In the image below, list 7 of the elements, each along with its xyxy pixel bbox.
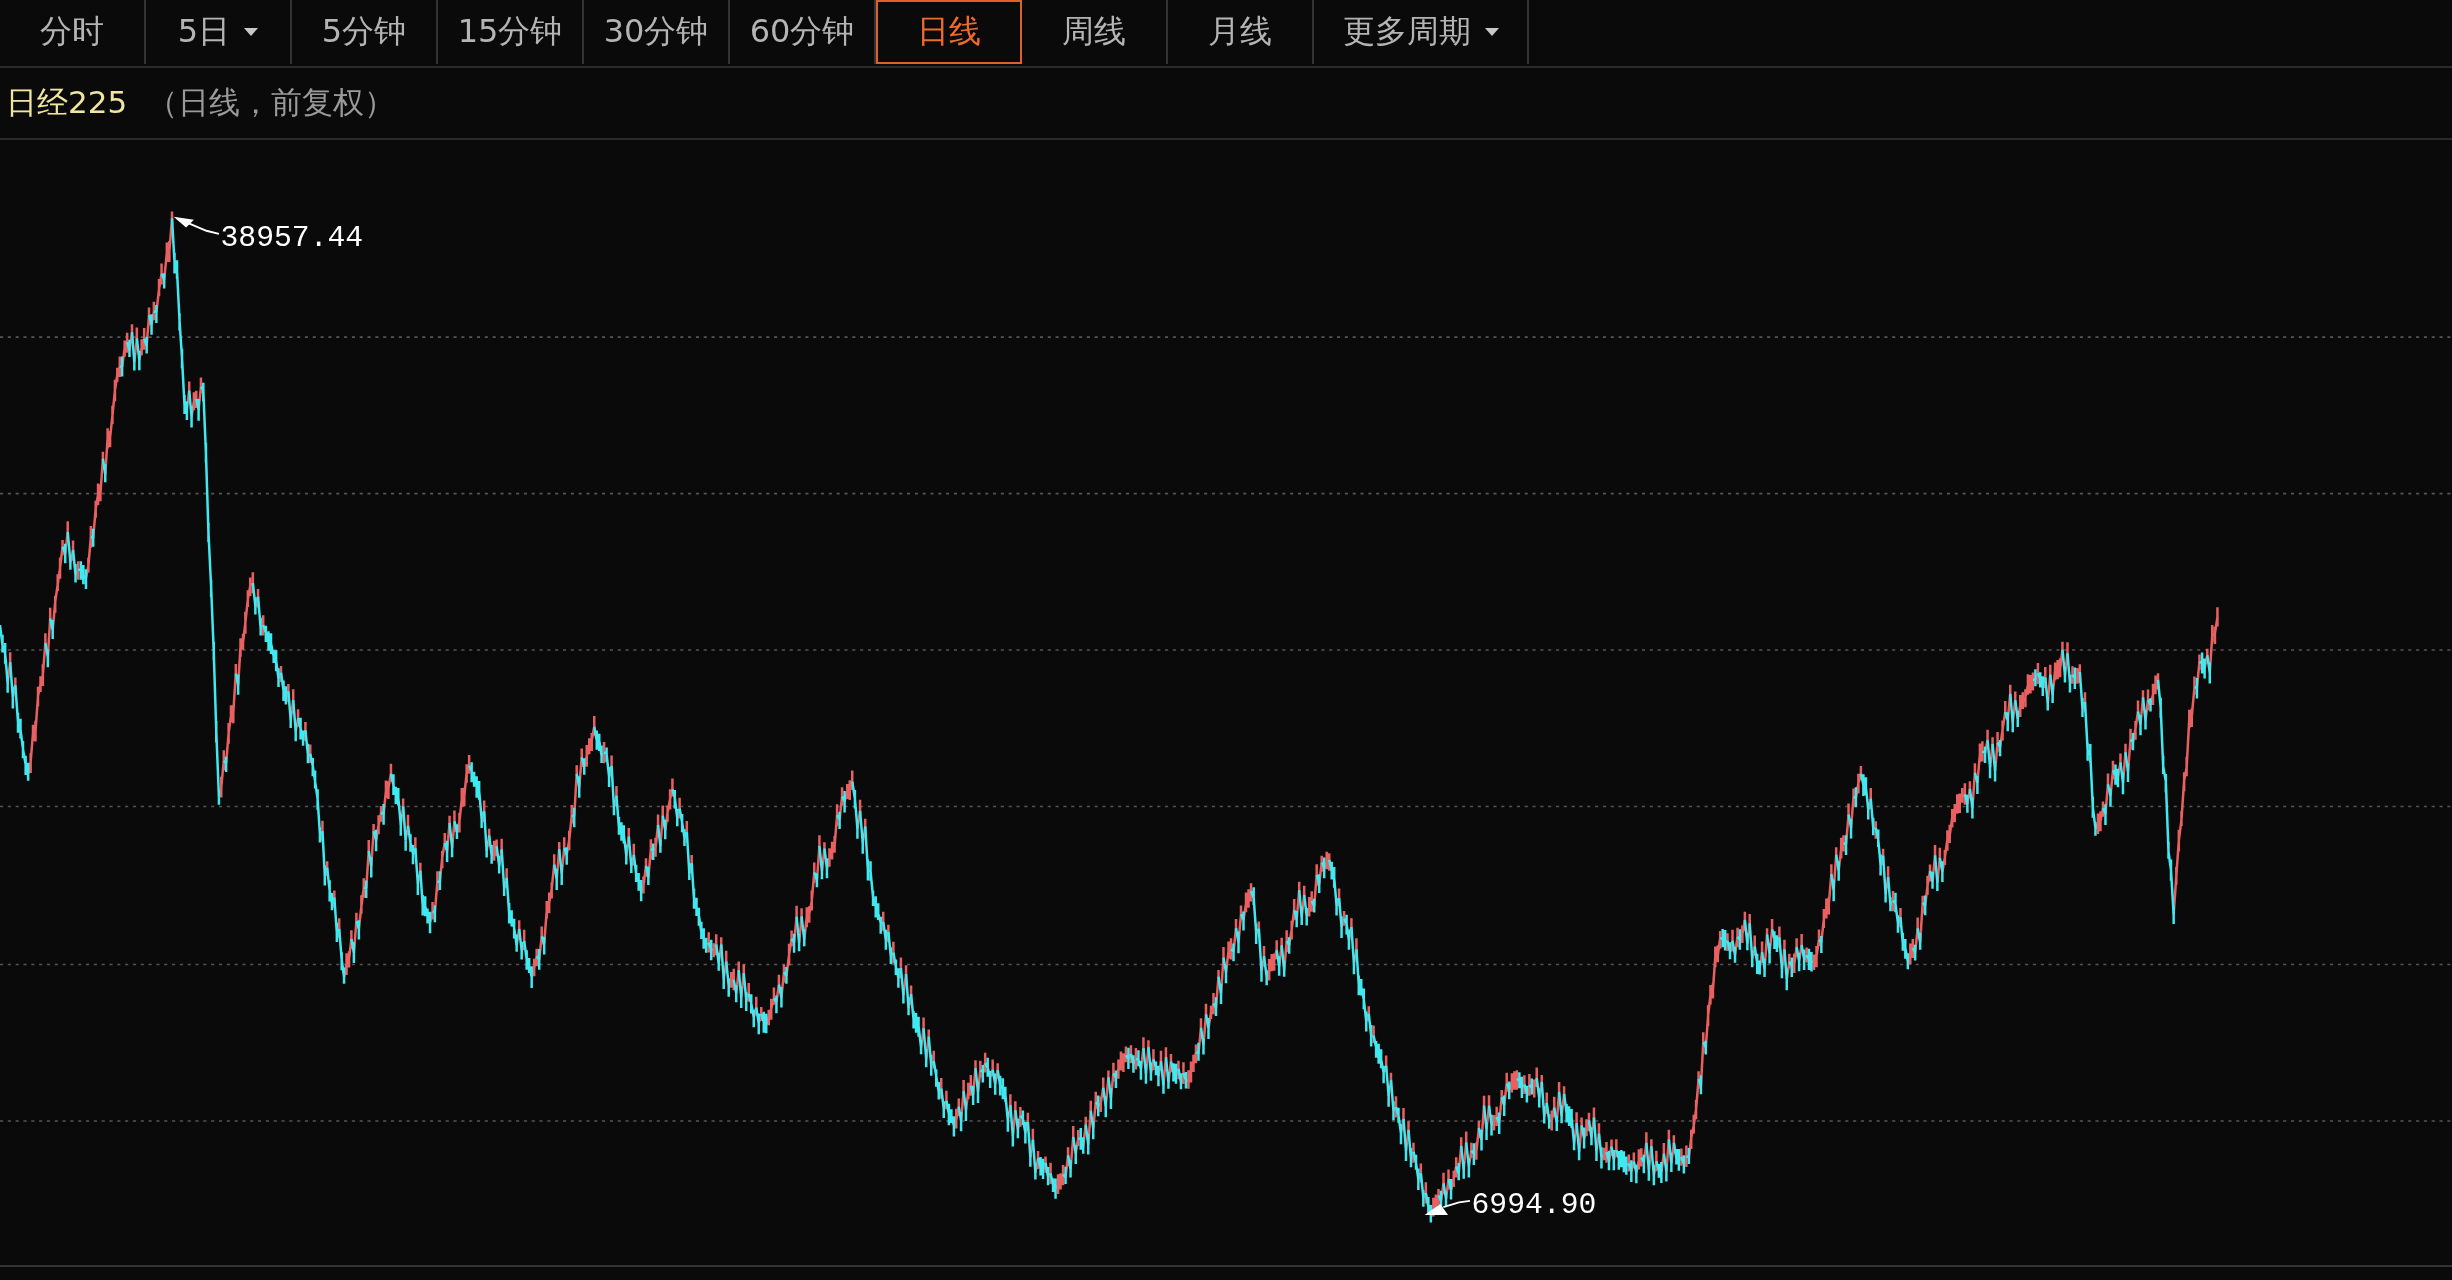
low-price-label: 6994.90 bbox=[1471, 1188, 1597, 1223]
index-name: 日经225 bbox=[6, 83, 128, 122]
low-marker-arrow bbox=[1424, 1199, 1471, 1215]
period-tab[interactable]: 日线 bbox=[876, 0, 1022, 64]
high-marker-arrow bbox=[173, 216, 220, 235]
chart-subtitle: （日线，前复权） bbox=[147, 83, 396, 122]
high-price-label: 38957.44 bbox=[220, 221, 364, 256]
